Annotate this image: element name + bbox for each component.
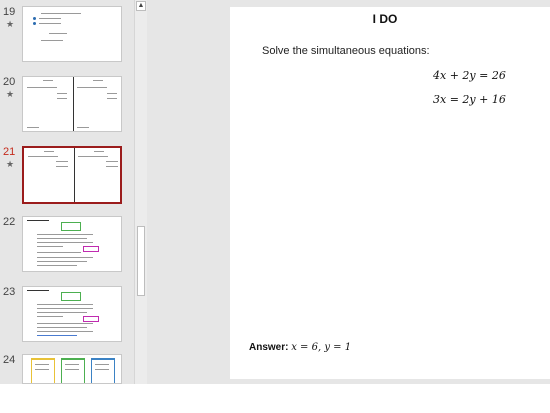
slide-number: 24 [3, 354, 16, 366]
status-area [0, 384, 550, 413]
animation-star-icon: ★ [6, 19, 15, 29]
slide-canvas[interactable]: I DO Solve the simultaneous equations: 4… [230, 7, 550, 379]
answer-line[interactable]: Answer: x = 6, y = 1 [249, 342, 351, 353]
slide-number: 19 [3, 6, 16, 18]
thumbnail-image-selected[interactable] [22, 146, 122, 204]
slide-number: 20 [3, 76, 16, 88]
answer-label: Answer: [249, 342, 289, 353]
slide-prompt-text[interactable]: Solve the simultaneous equations: [262, 45, 430, 57]
slide-number: 23 [3, 286, 16, 298]
scroll-up-arrow-icon[interactable]: ▲ [136, 1, 146, 11]
animation-star-icon: ★ [6, 159, 15, 169]
slide-number: 22 [3, 216, 16, 228]
thumbnail-image[interactable] [22, 216, 122, 272]
thumbnail-image[interactable] [22, 286, 122, 342]
slide-title[interactable]: I DO [230, 12, 540, 26]
slide-thumbnail-pane[interactable]: 19 ★ 20 ★ 21 ★ 22 23 24 [0, 0, 134, 384]
thumbnail-image[interactable] [22, 6, 122, 62]
thumbnail-image[interactable] [22, 76, 122, 132]
equation-1[interactable]: 4x + 2y = 26 [433, 69, 506, 82]
equation-2[interactable]: 3x = 2y + 16 [433, 93, 506, 106]
animation-star-icon: ★ [6, 89, 15, 99]
thumbnail-image[interactable] [22, 354, 122, 384]
slide-number: 21 [3, 146, 16, 158]
thumbnail-scrollbar[interactable]: ▲ [134, 0, 147, 384]
answer-value: x = 6, y = 1 [291, 342, 352, 353]
scrollbar-thumb[interactable] [137, 226, 145, 296]
